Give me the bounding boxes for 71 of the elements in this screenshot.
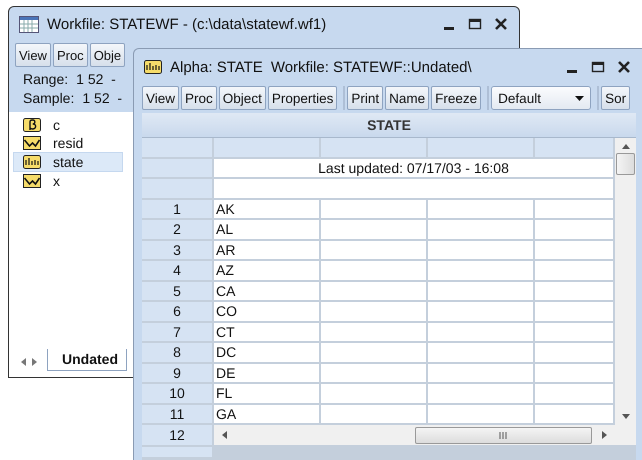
toolbar-button[interactable]: Print: [347, 86, 384, 110]
row-number: 3: [142, 240, 214, 259]
last-updated-note: Last updated: 07/17/03 - 16:08: [214, 158, 615, 177]
grip-icon: [499, 432, 508, 438]
row-number: 6: [142, 302, 214, 320]
scroll-right-icon[interactable]: [602, 431, 607, 439]
horizontal-scrollbar[interactable]: [214, 425, 615, 445]
sample-value: 1 52 -: [82, 90, 122, 106]
table-cell: CO: [214, 302, 321, 320]
toolbar-button[interactable]: View: [15, 43, 51, 67]
object-item[interactable]: x: [9, 172, 119, 190]
table-cell: AR: [214, 240, 321, 259]
sample-label: Sample:: [23, 90, 74, 106]
window-title: Workfile: STATEWF - (c:\data\statewf.wf1): [47, 16, 326, 32]
row-number: 1: [142, 200, 214, 218]
row-number: 2: [142, 220, 214, 238]
view-dropdown[interactable]: Default: [491, 86, 592, 110]
scroll-down-icon[interactable]: [622, 414, 630, 419]
window-title: Alpha: STATE: [170, 58, 263, 76]
row-number: 10: [142, 384, 214, 402]
close-icon[interactable]: [493, 17, 509, 31]
text-series-icon: [144, 60, 162, 74]
toolbar-button[interactable]: Name: [385, 86, 430, 110]
table-cell: DE: [214, 364, 321, 382]
spreadsheet-icon: [19, 16, 39, 32]
line-graph-icon: [23, 174, 41, 188]
range-label: Range:: [23, 71, 68, 87]
close-icon[interactable]: [616, 60, 632, 74]
toolbar-button[interactable]: View: [142, 86, 180, 110]
caret-icon: [575, 96, 584, 100]
row-number: 11: [142, 404, 214, 423]
toolbar-button[interactable]: Sor: [601, 86, 630, 110]
table-cell: CT: [214, 322, 321, 341]
window-subtitle: Workfile: STATEWF::Undated\: [270, 58, 472, 76]
row-number: 7: [142, 322, 214, 341]
toolbar-button[interactable]: Obje: [90, 43, 126, 67]
object-item[interactable]: resid: [9, 134, 119, 152]
left-arrow-icon[interactable]: [21, 358, 26, 366]
scroll-thumb[interactable]: [616, 153, 635, 175]
table-cell: AZ: [214, 261, 321, 280]
row-number: 4: [142, 261, 214, 280]
sheet-tab[interactable]: Undated: [47, 349, 127, 371]
toolbar-button[interactable]: Proc: [52, 43, 88, 67]
toolbar-button[interactable]: Properties: [268, 86, 338, 110]
table-cell: AK: [214, 200, 321, 218]
scroll-thumb[interactable]: [415, 426, 592, 444]
table-cell: AL: [214, 220, 321, 238]
object-item[interactable]: state: [13, 152, 123, 172]
table-cell: CA: [214, 282, 321, 300]
right-arrow-icon[interactable]: [32, 358, 37, 366]
scroll-left-icon[interactable]: [222, 431, 227, 439]
toolbar-button[interactable]: Object: [218, 86, 266, 110]
beta-icon: [23, 118, 41, 132]
scroll-up-icon[interactable]: [622, 144, 630, 149]
row-number: 12: [142, 425, 214, 445]
text-series-icon: [23, 155, 41, 169]
maximize-icon[interactable]: [590, 60, 606, 74]
row-number: 5: [142, 282, 214, 300]
range-value: 1 52 -: [76, 71, 116, 87]
row-number: 9: [142, 364, 214, 382]
column-header: STATE: [142, 113, 636, 138]
toolbar-button[interactable]: Freeze: [431, 86, 482, 110]
object-item[interactable]: c: [9, 116, 119, 134]
line-graph-icon: [23, 136, 41, 150]
toolbar-button[interactable]: Proc: [181, 86, 217, 110]
table-cell: GA: [214, 404, 321, 423]
maximize-icon[interactable]: [467, 17, 483, 31]
table-cell: DC: [214, 343, 321, 362]
table-cell: FL: [214, 384, 321, 402]
vertical-scrollbar[interactable]: [615, 138, 636, 425]
row-number: 8: [142, 343, 214, 362]
